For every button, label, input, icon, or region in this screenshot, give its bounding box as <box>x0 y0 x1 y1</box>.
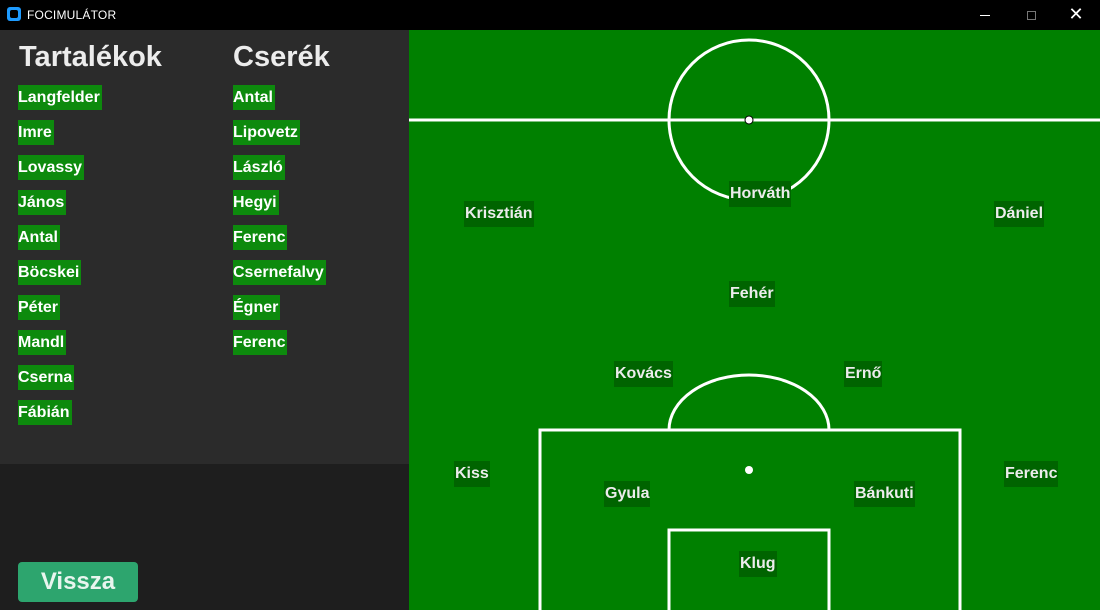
window-title: FOCIMULÁTOR <box>27 8 117 22</box>
substitute-player[interactable]: Égner <box>233 295 281 320</box>
reserve-player[interactable]: Lovassy <box>18 155 85 180</box>
field-player[interactable]: Kovács <box>614 361 673 387</box>
list-item: Böcskei <box>18 260 82 285</box>
maximize-icon <box>1026 10 1036 20</box>
list-item: Antal <box>233 85 275 110</box>
field-player[interactable]: Ernő <box>844 361 883 387</box>
list-item: László <box>233 155 285 180</box>
reserve-player[interactable]: Mandl <box>18 330 67 355</box>
reserve-player[interactable]: Langfelder <box>18 85 102 110</box>
substitute-player[interactable]: László <box>233 155 285 180</box>
minimize-icon <box>980 14 990 16</box>
list-item: Cserna <box>18 365 75 390</box>
substitute-player[interactable]: Antal <box>233 85 275 110</box>
reserves-heading: Tartalékok <box>19 41 162 73</box>
field-player[interactable]: Kiss <box>454 461 490 487</box>
reserve-player[interactable]: Böcskei <box>18 260 82 285</box>
reserve-player[interactable]: Antal <box>18 225 60 250</box>
field-player[interactable]: Krisztián <box>464 201 534 227</box>
reserve-player[interactable]: Cserna <box>18 365 75 390</box>
list-item: Hegyi <box>233 190 279 215</box>
substitute-player[interactable]: Hegyi <box>233 190 279 215</box>
list-item: Lovassy <box>18 155 85 180</box>
pitch: Horváth Krisztián Dániel Fehér Kovács Er… <box>409 30 1100 610</box>
field-player[interactable]: Gyula <box>604 481 651 507</box>
substitute-player[interactable]: Ferenc <box>233 225 288 250</box>
list-item: Csernefalvy <box>233 260 326 285</box>
reserve-player[interactable]: Imre <box>18 120 54 145</box>
pitch-markings <box>409 38 1100 610</box>
substitutes-list: Antal Lipovetz László Hegyi Ferenc Csern… <box>233 85 326 365</box>
substitutes-heading: Cserék <box>233 41 330 73</box>
list-item: Ferenc <box>233 330 288 355</box>
center-spot <box>744 115 754 125</box>
app-icon <box>7 7 21 21</box>
back-button[interactable]: Vissza <box>18 562 138 602</box>
substitute-player[interactable]: Lipovetz <box>233 120 300 145</box>
field-player[interactable]: Fehér <box>729 281 775 307</box>
maximize-button[interactable] <box>1008 0 1054 30</box>
substitute-player[interactable]: Csernefalvy <box>233 260 326 285</box>
list-item: Antal <box>18 225 60 250</box>
list-item: Mandl <box>18 330 67 355</box>
list-item: Égner <box>233 295 281 320</box>
list-item: Ferenc <box>233 225 288 250</box>
list-item: Lipovetz <box>233 120 300 145</box>
reserve-player[interactable]: János <box>18 190 67 215</box>
penalty-arc <box>667 373 831 431</box>
reserves-list: Langfelder Imre Lovassy János Antal Böcs… <box>18 85 102 435</box>
list-item: Langfelder <box>18 85 102 110</box>
title-bar: FOCIMULÁTOR ✕ <box>0 0 1100 30</box>
minimize-button[interactable] <box>962 0 1008 30</box>
penalty-area <box>538 428 962 610</box>
bench-panel: Tartalékok Cserék Langfelder Imre Lovass… <box>0 30 409 464</box>
field-player[interactable]: Horváth <box>729 181 792 207</box>
field-player[interactable]: Dániel <box>994 201 1045 227</box>
list-item: Imre <box>18 120 54 145</box>
sidebar: Tartalékok Cserék Langfelder Imre Lovass… <box>0 30 409 610</box>
list-item: Péter <box>18 295 61 320</box>
list-item: János <box>18 190 67 215</box>
field-player[interactable]: Bánkuti <box>854 481 915 507</box>
field-player[interactable]: Klug <box>739 551 777 577</box>
reserve-player[interactable]: Péter <box>18 295 61 320</box>
close-button[interactable]: ✕ <box>1053 0 1099 30</box>
penalty-spot <box>745 466 753 474</box>
close-icon: ✕ <box>1068 4 1084 25</box>
substitute-player[interactable]: Ferenc <box>233 330 288 355</box>
reserve-player[interactable]: Fábián <box>18 400 72 425</box>
list-item: Fábián <box>18 400 72 425</box>
field-player[interactable]: Ferenc <box>1004 461 1059 487</box>
